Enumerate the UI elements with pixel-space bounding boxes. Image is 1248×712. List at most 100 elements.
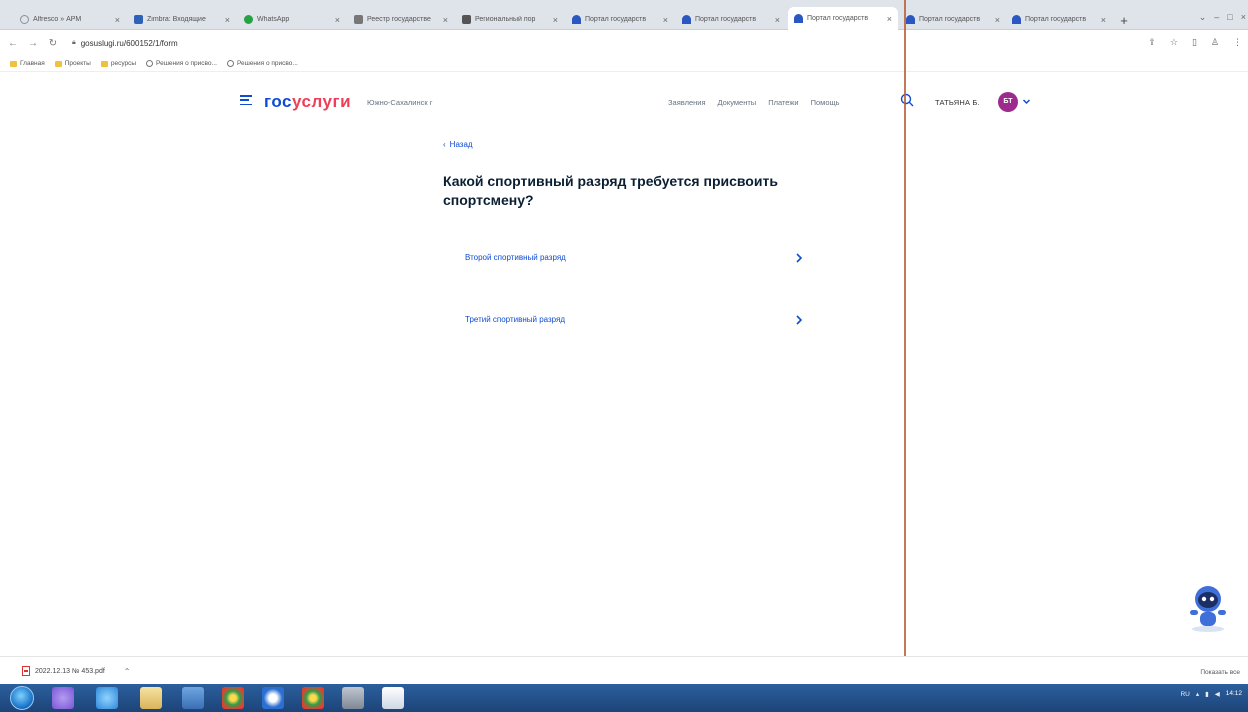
nav-applications[interactable]: Заявления — [668, 98, 706, 107]
top-navigation: Заявления Документы Платежи Помощь — [668, 98, 840, 107]
bookmark-item[interactable]: Главная — [10, 60, 45, 67]
menu-icon[interactable]: ⋮ — [1233, 37, 1242, 48]
option-third-rank[interactable]: Третий спортивный разряд — [443, 297, 823, 341]
tab-close-icon[interactable]: × — [663, 15, 668, 25]
url-field[interactable]: 🔒︎ gosuslugi.ru/600152/1/form — [72, 39, 178, 48]
browser-tab[interactable]: Zimbra: Входящие × — [128, 9, 236, 30]
gosuslugi-logo[interactable]: госуслуги — [264, 92, 351, 112]
user-name[interactable]: ТАТЬЯНА Б. — [935, 98, 980, 107]
globe-icon — [226, 60, 234, 67]
bookmark-star-icon[interactable]: ☆ — [1170, 37, 1178, 48]
bookmark-label: Решения о присво... — [236, 60, 298, 67]
tab-label: Портал государств — [807, 15, 869, 22]
browser-tab[interactable]: Портал государств × — [676, 9, 786, 30]
browser-tab-active[interactable]: Портал государств × — [788, 7, 898, 30]
tab-label: Реестр государстве — [367, 16, 431, 23]
tab-favicon-icon — [354, 15, 363, 24]
bookmark-label: ресурсы — [110, 60, 137, 67]
tab-label: Портал государств — [1025, 16, 1087, 23]
globe-icon — [146, 60, 154, 67]
tab-label: Портал государств — [919, 16, 981, 23]
tab-close-icon[interactable]: × — [775, 15, 780, 25]
bookmark-item[interactable]: ресурсы — [100, 60, 137, 67]
avatar[interactable]: БТ — [998, 92, 1018, 112]
internet-explorer-icon[interactable] — [96, 687, 118, 709]
clock[interactable]: 14:12 — [1226, 690, 1242, 698]
forward-arrow-icon[interactable]: → — [26, 38, 40, 49]
maximize-icon[interactable]: □ — [1227, 12, 1232, 22]
download-item[interactable]: 2022.12.13 № 453.pdf ⌃ — [22, 666, 131, 676]
media-player-icon[interactable] — [182, 687, 204, 709]
tab-close-icon[interactable]: × — [443, 15, 448, 25]
bookmark-item[interactable]: Решения о присво... — [146, 60, 217, 67]
back-arrow-icon[interactable]: ← — [6, 38, 20, 49]
tab-close-icon[interactable]: × — [995, 15, 1000, 25]
page-title: Какой спортивный разряд требуется присво… — [443, 173, 778, 208]
nav-help[interactable]: Помощь — [811, 98, 840, 107]
show-all-downloads[interactable]: Показать все — [1200, 669, 1240, 676]
logo-part-gos: гос — [264, 92, 292, 111]
option-second-rank[interactable]: Второй спортивный разряд — [443, 235, 823, 279]
tab-favicon-icon — [134, 15, 143, 24]
document-app-icon[interactable] — [382, 687, 404, 709]
system-tray: RU ▴ ▮ ◀ 14:12 — [1180, 690, 1242, 698]
network-icon[interactable]: ▮ — [1205, 690, 1209, 698]
chrome-icon[interactable] — [302, 687, 324, 709]
tray-arrow-icon[interactable]: ▴ — [1196, 690, 1199, 698]
tab-label: Alfresco » АРМ — [33, 16, 82, 23]
start-button[interactable] — [10, 686, 34, 710]
app-icon[interactable] — [262, 687, 284, 709]
scanner-app-icon[interactable] — [342, 687, 364, 709]
bookmark-item[interactable]: Проекты — [54, 60, 91, 67]
tab-close-icon[interactable]: × — [335, 15, 340, 25]
language-indicator[interactable]: RU — [1180, 691, 1189, 698]
minimize-icon[interactable]: – — [1214, 12, 1219, 22]
browser-tab-bar: Alfresco » АРМ × Zimbra: Входящие × What… — [0, 0, 1248, 30]
browser-tab[interactable]: Региональный пор × — [456, 9, 564, 30]
bookmark-label: Проекты — [64, 60, 91, 67]
browser-tab[interactable]: Портал государств × — [1006, 9, 1112, 30]
nav-documents[interactable]: Документы — [718, 98, 757, 107]
download-bar: 2022.12.13 № 453.pdf ⌃ Показать все — [0, 656, 1248, 684]
search-icon[interactable] — [900, 93, 914, 107]
browser-tab[interactable]: Портал государств × — [566, 9, 674, 30]
windows-taskbar: RU ▴ ▮ ◀ 14:12 — [0, 684, 1248, 712]
browser-tab[interactable]: WhatsApp × — [238, 9, 346, 30]
nav-payments[interactable]: Платежи — [768, 98, 798, 107]
browser-tab[interactable]: Реестр государстве × — [348, 9, 454, 30]
tab-close-icon[interactable]: × — [1101, 15, 1106, 25]
chevron-down-icon[interactable] — [1022, 97, 1031, 106]
tab-close-icon[interactable]: × — [887, 14, 892, 24]
reload-icon[interactable]: ↻ — [46, 38, 60, 49]
chevron-up-icon[interactable]: ⌃ — [124, 667, 131, 676]
tab-search-icon[interactable]: ⌄ — [1199, 12, 1207, 23]
tab-close-icon[interactable]: × — [225, 15, 230, 25]
tab-favicon-icon — [462, 15, 471, 24]
tab-close-icon[interactable]: × — [115, 15, 120, 25]
folder-icon — [54, 60, 62, 67]
option-label: Третий спортивный разряд — [465, 315, 566, 324]
tab-favicon-icon — [1012, 15, 1021, 24]
alice-icon[interactable] — [52, 687, 74, 709]
share-icon[interactable]: ⇪ — [1148, 37, 1156, 48]
profile-icon[interactable]: ♙ — [1211, 37, 1219, 48]
bookmark-item[interactable]: Решения о присво... — [226, 60, 298, 67]
file-explorer-icon[interactable] — [140, 687, 162, 709]
tab-close-icon[interactable]: × — [553, 15, 558, 25]
bookmark-label: Главная — [20, 60, 45, 67]
browser-tab[interactable]: Портал государств × — [900, 9, 1006, 30]
browser-tab[interactable]: Alfresco » АРМ × — [14, 9, 126, 30]
robot-assistant-icon[interactable] — [1186, 582, 1230, 634]
close-window-icon[interactable]: × — [1241, 12, 1246, 22]
tab-favicon-icon — [572, 15, 581, 24]
volume-icon[interactable]: ◀ — [1215, 690, 1220, 698]
chrome-icon[interactable] — [222, 687, 244, 709]
city-selector[interactable]: Южно-Сахалинск г — [367, 98, 432, 107]
menu-burger-icon[interactable] — [240, 95, 252, 105]
window-controls: ⌄ – □ × — [1166, 10, 1246, 24]
url-text: gosuslugi.ru/600152/1/form — [80, 38, 178, 48]
back-link[interactable]: ‹ Назад — [443, 140, 473, 149]
side-panel-icon[interactable]: ▯ — [1192, 37, 1197, 48]
tab-label: WhatsApp — [257, 16, 290, 23]
new-tab-button[interactable]: + — [1116, 13, 1132, 29]
